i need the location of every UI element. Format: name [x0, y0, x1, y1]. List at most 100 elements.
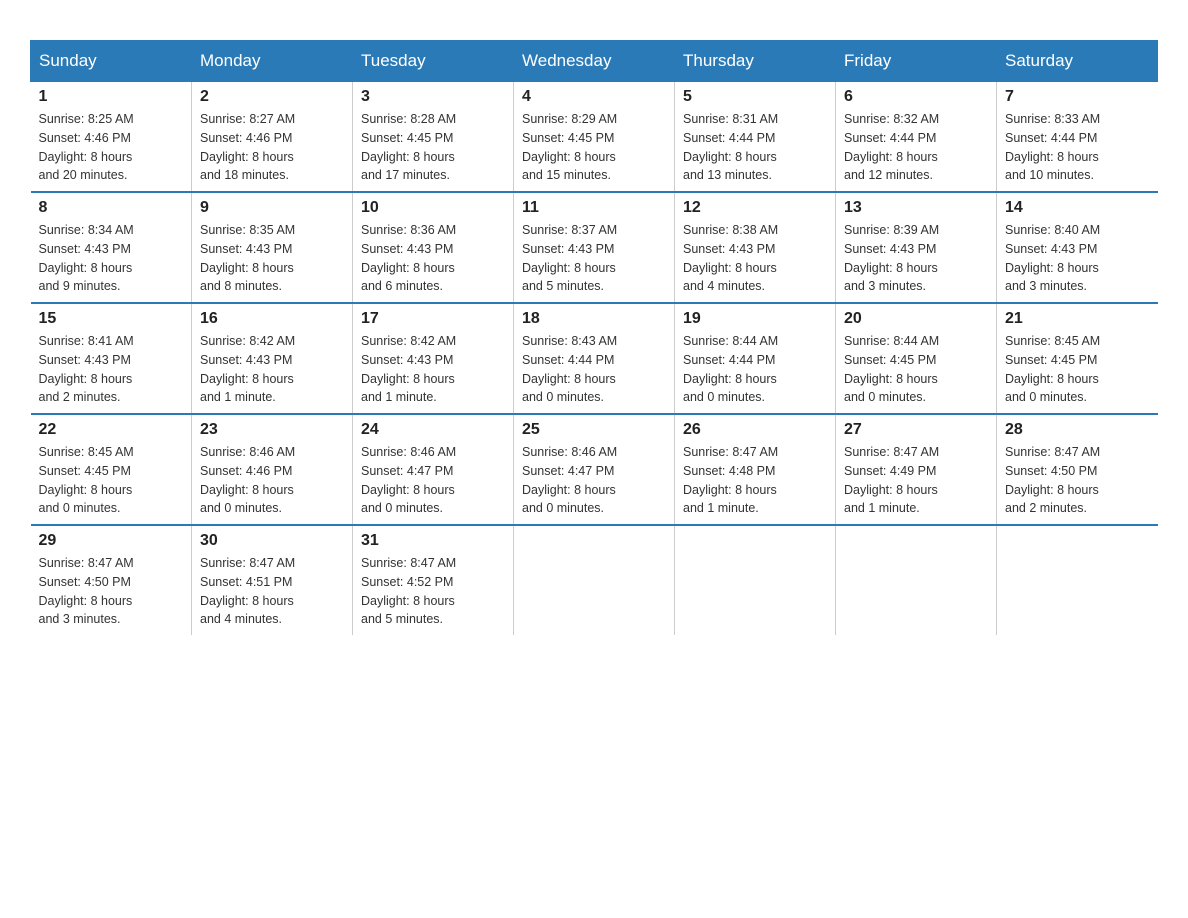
calendar-header-row: SundayMondayTuesdayWednesdayThursdayFrid…: [31, 41, 1158, 82]
day-info: Sunrise: 8:35 AMSunset: 4:43 PMDaylight:…: [200, 223, 295, 293]
day-info: Sunrise: 8:36 AMSunset: 4:43 PMDaylight:…: [361, 223, 456, 293]
calendar-cell: 5 Sunrise: 8:31 AMSunset: 4:44 PMDayligh…: [675, 82, 836, 193]
day-number: 28: [1005, 421, 1150, 439]
calendar-cell: 19 Sunrise: 8:44 AMSunset: 4:44 PMDaylig…: [675, 303, 836, 414]
day-number: 14: [1005, 199, 1150, 217]
day-number: 30: [200, 532, 344, 550]
day-number: 8: [39, 199, 184, 217]
calendar-week-row: 29 Sunrise: 8:47 AMSunset: 4:50 PMDaylig…: [31, 525, 1158, 635]
day-number: 23: [200, 421, 344, 439]
calendar-cell: 6 Sunrise: 8:32 AMSunset: 4:44 PMDayligh…: [836, 82, 997, 193]
day-info: Sunrise: 8:41 AMSunset: 4:43 PMDaylight:…: [39, 334, 134, 404]
calendar-cell: 7 Sunrise: 8:33 AMSunset: 4:44 PMDayligh…: [997, 82, 1158, 193]
header-tuesday: Tuesday: [353, 41, 514, 82]
day-info: Sunrise: 8:45 AMSunset: 4:45 PMDaylight:…: [1005, 334, 1100, 404]
calendar-cell: 14 Sunrise: 8:40 AMSunset: 4:43 PMDaylig…: [997, 192, 1158, 303]
day-info: Sunrise: 8:31 AMSunset: 4:44 PMDaylight:…: [683, 112, 778, 182]
day-info: Sunrise: 8:39 AMSunset: 4:43 PMDaylight:…: [844, 223, 939, 293]
day-info: Sunrise: 8:47 AMSunset: 4:52 PMDaylight:…: [361, 556, 456, 626]
calendar-week-row: 15 Sunrise: 8:41 AMSunset: 4:43 PMDaylig…: [31, 303, 1158, 414]
calendar-cell: 26 Sunrise: 8:47 AMSunset: 4:48 PMDaylig…: [675, 414, 836, 525]
day-info: Sunrise: 8:38 AMSunset: 4:43 PMDaylight:…: [683, 223, 778, 293]
calendar-cell: 20 Sunrise: 8:44 AMSunset: 4:45 PMDaylig…: [836, 303, 997, 414]
day-info: Sunrise: 8:32 AMSunset: 4:44 PMDaylight:…: [844, 112, 939, 182]
header-saturday: Saturday: [997, 41, 1158, 82]
day-number: 16: [200, 310, 344, 328]
calendar-week-row: 1 Sunrise: 8:25 AMSunset: 4:46 PMDayligh…: [31, 82, 1158, 193]
day-info: Sunrise: 8:27 AMSunset: 4:46 PMDaylight:…: [200, 112, 295, 182]
day-info: Sunrise: 8:37 AMSunset: 4:43 PMDaylight:…: [522, 223, 617, 293]
calendar-cell: 28 Sunrise: 8:47 AMSunset: 4:50 PMDaylig…: [997, 414, 1158, 525]
calendar-cell: 23 Sunrise: 8:46 AMSunset: 4:46 PMDaylig…: [192, 414, 353, 525]
header-wednesday: Wednesday: [514, 41, 675, 82]
calendar-cell: 15 Sunrise: 8:41 AMSunset: 4:43 PMDaylig…: [31, 303, 192, 414]
day-number: 31: [361, 532, 505, 550]
day-number: 5: [683, 88, 827, 106]
day-info: Sunrise: 8:46 AMSunset: 4:47 PMDaylight:…: [361, 445, 456, 515]
day-info: Sunrise: 8:34 AMSunset: 4:43 PMDaylight:…: [39, 223, 134, 293]
day-number: 13: [844, 199, 988, 217]
header-sunday: Sunday: [31, 41, 192, 82]
calendar-cell: 13 Sunrise: 8:39 AMSunset: 4:43 PMDaylig…: [836, 192, 997, 303]
header-thursday: Thursday: [675, 41, 836, 82]
day-number: 12: [683, 199, 827, 217]
calendar-cell: 22 Sunrise: 8:45 AMSunset: 4:45 PMDaylig…: [31, 414, 192, 525]
day-info: Sunrise: 8:25 AMSunset: 4:46 PMDaylight:…: [39, 112, 134, 182]
day-number: 24: [361, 421, 505, 439]
day-number: 11: [522, 199, 666, 217]
day-number: 25: [522, 421, 666, 439]
calendar-week-row: 8 Sunrise: 8:34 AMSunset: 4:43 PMDayligh…: [31, 192, 1158, 303]
day-info: Sunrise: 8:33 AMSunset: 4:44 PMDaylight:…: [1005, 112, 1100, 182]
day-number: 7: [1005, 88, 1150, 106]
calendar-cell: 3 Sunrise: 8:28 AMSunset: 4:45 PMDayligh…: [353, 82, 514, 193]
day-number: 10: [361, 199, 505, 217]
day-info: Sunrise: 8:47 AMSunset: 4:48 PMDaylight:…: [683, 445, 778, 515]
day-number: 1: [39, 88, 184, 106]
calendar-cell: 9 Sunrise: 8:35 AMSunset: 4:43 PMDayligh…: [192, 192, 353, 303]
calendar-week-row: 22 Sunrise: 8:45 AMSunset: 4:45 PMDaylig…: [31, 414, 1158, 525]
day-info: Sunrise: 8:44 AMSunset: 4:45 PMDaylight:…: [844, 334, 939, 404]
day-info: Sunrise: 8:40 AMSunset: 4:43 PMDaylight:…: [1005, 223, 1100, 293]
day-info: Sunrise: 8:28 AMSunset: 4:45 PMDaylight:…: [361, 112, 456, 182]
calendar-cell: 18 Sunrise: 8:43 AMSunset: 4:44 PMDaylig…: [514, 303, 675, 414]
day-info: Sunrise: 8:46 AMSunset: 4:47 PMDaylight:…: [522, 445, 617, 515]
day-info: Sunrise: 8:47 AMSunset: 4:50 PMDaylight:…: [1005, 445, 1100, 515]
calendar-cell: 4 Sunrise: 8:29 AMSunset: 4:45 PMDayligh…: [514, 82, 675, 193]
header-friday: Friday: [836, 41, 997, 82]
day-info: Sunrise: 8:47 AMSunset: 4:49 PMDaylight:…: [844, 445, 939, 515]
day-info: Sunrise: 8:43 AMSunset: 4:44 PMDaylight:…: [522, 334, 617, 404]
day-number: 17: [361, 310, 505, 328]
calendar-cell: 12 Sunrise: 8:38 AMSunset: 4:43 PMDaylig…: [675, 192, 836, 303]
calendar-cell: 29 Sunrise: 8:47 AMSunset: 4:50 PMDaylig…: [31, 525, 192, 635]
day-number: 9: [200, 199, 344, 217]
calendar-cell: 24 Sunrise: 8:46 AMSunset: 4:47 PMDaylig…: [353, 414, 514, 525]
day-number: 27: [844, 421, 988, 439]
calendar-cell: 17 Sunrise: 8:42 AMSunset: 4:43 PMDaylig…: [353, 303, 514, 414]
day-number: 3: [361, 88, 505, 106]
calendar-cell: 21 Sunrise: 8:45 AMSunset: 4:45 PMDaylig…: [997, 303, 1158, 414]
day-number: 6: [844, 88, 988, 106]
day-number: 29: [39, 532, 184, 550]
calendar-cell: 8 Sunrise: 8:34 AMSunset: 4:43 PMDayligh…: [31, 192, 192, 303]
day-number: 26: [683, 421, 827, 439]
day-number: 15: [39, 310, 184, 328]
day-info: Sunrise: 8:42 AMSunset: 4:43 PMDaylight:…: [200, 334, 295, 404]
calendar-cell: 1 Sunrise: 8:25 AMSunset: 4:46 PMDayligh…: [31, 82, 192, 193]
day-info: Sunrise: 8:47 AMSunset: 4:51 PMDaylight:…: [200, 556, 295, 626]
calendar-cell: [997, 525, 1158, 635]
day-info: Sunrise: 8:46 AMSunset: 4:46 PMDaylight:…: [200, 445, 295, 515]
day-number: 22: [39, 421, 184, 439]
calendar-table: SundayMondayTuesdayWednesdayThursdayFrid…: [30, 40, 1158, 635]
calendar-cell: 10 Sunrise: 8:36 AMSunset: 4:43 PMDaylig…: [353, 192, 514, 303]
day-info: Sunrise: 8:44 AMSunset: 4:44 PMDaylight:…: [683, 334, 778, 404]
calendar-cell: 31 Sunrise: 8:47 AMSunset: 4:52 PMDaylig…: [353, 525, 514, 635]
day-info: Sunrise: 8:29 AMSunset: 4:45 PMDaylight:…: [522, 112, 617, 182]
calendar-cell: 30 Sunrise: 8:47 AMSunset: 4:51 PMDaylig…: [192, 525, 353, 635]
calendar-cell: 27 Sunrise: 8:47 AMSunset: 4:49 PMDaylig…: [836, 414, 997, 525]
day-number: 4: [522, 88, 666, 106]
day-number: 19: [683, 310, 827, 328]
calendar-cell: [675, 525, 836, 635]
calendar-cell: [514, 525, 675, 635]
calendar-cell: 16 Sunrise: 8:42 AMSunset: 4:43 PMDaylig…: [192, 303, 353, 414]
calendar-cell: [836, 525, 997, 635]
